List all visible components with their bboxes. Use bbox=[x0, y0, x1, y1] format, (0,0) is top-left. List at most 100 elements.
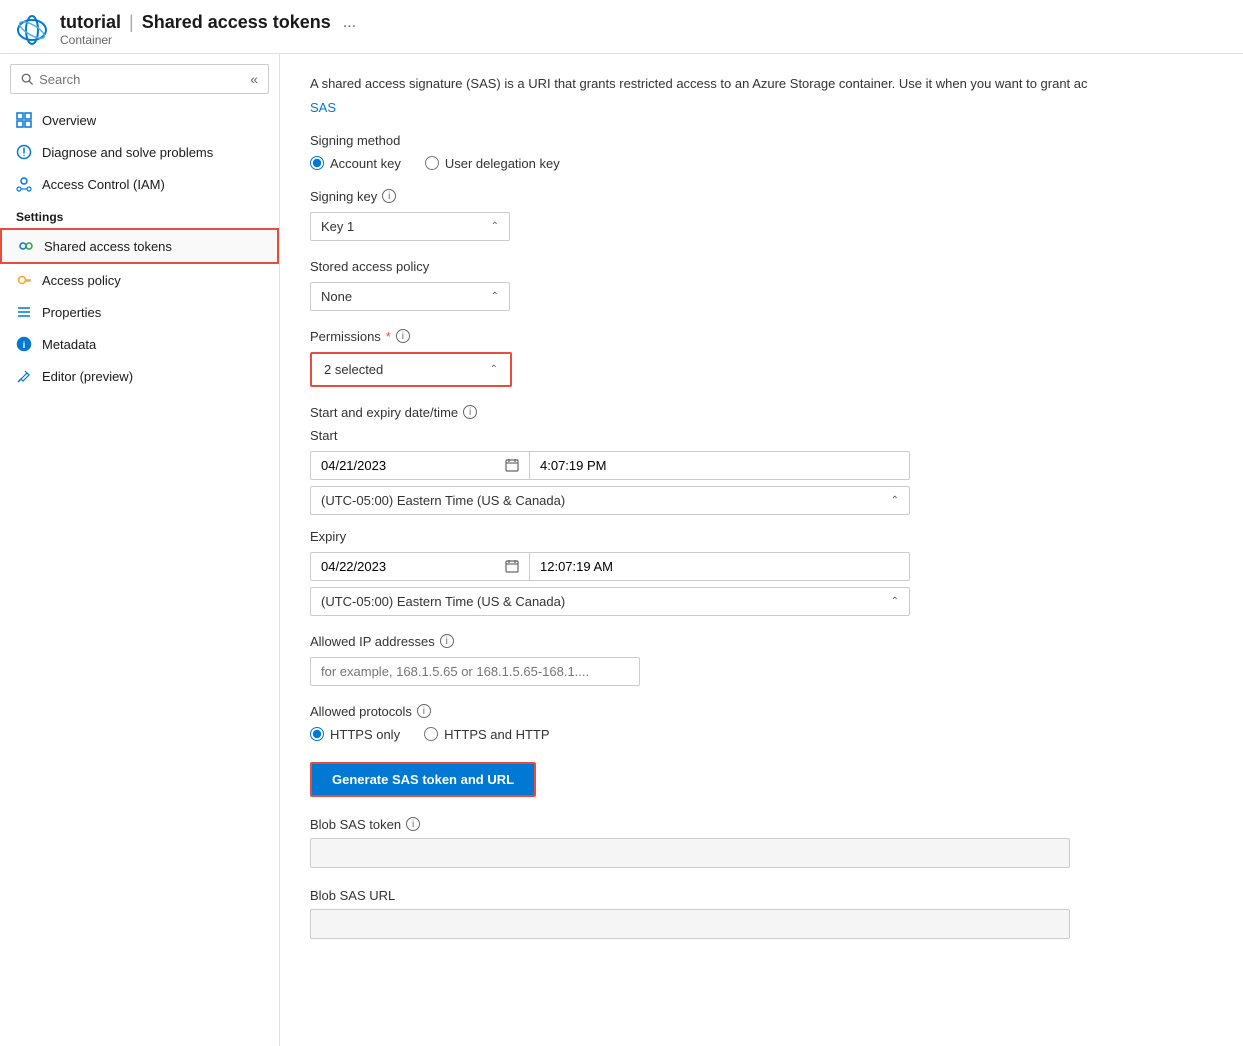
user-delegation-key-radio[interactable]: User delegation key bbox=[425, 156, 560, 171]
expiry-label: Expiry bbox=[310, 529, 1213, 544]
description-text: A shared access signature (SAS) is a URI… bbox=[310, 74, 1160, 94]
blob-sas-token-label: Blob SAS token i bbox=[310, 817, 1213, 832]
https-only-radio-input[interactable] bbox=[310, 727, 324, 741]
start-datetime-group bbox=[310, 451, 1213, 480]
header-title: tutorial bbox=[60, 12, 121, 33]
start-date-input[interactable] bbox=[310, 451, 530, 480]
blob-sas-url-field bbox=[310, 909, 1070, 939]
start-timezone-value: (UTC-05:00) Eastern Time (US & Canada) bbox=[321, 493, 565, 508]
header-more-icon[interactable]: ... bbox=[343, 14, 356, 32]
start-expiry-info-icon[interactable]: i bbox=[463, 405, 477, 419]
search-icon bbox=[21, 72, 33, 86]
azure-logo bbox=[16, 14, 48, 46]
signing-key-section: Signing key i Key 1 ⌃ bbox=[310, 189, 1213, 241]
https-only-radio[interactable]: HTTPS only bbox=[310, 727, 400, 742]
expiry-date-field[interactable] bbox=[321, 559, 505, 574]
permissions-info-icon[interactable]: i bbox=[396, 329, 410, 343]
sidebar-item-overview[interactable]: Overview bbox=[0, 104, 279, 136]
stored-access-policy-label: Stored access policy bbox=[310, 259, 1213, 274]
permissions-section: Permissions * i 2 selected ⌃ bbox=[310, 329, 1213, 387]
metadata-label: Metadata bbox=[42, 337, 96, 352]
signing-key-chevron: ⌃ bbox=[491, 221, 499, 232]
stored-access-policy-value: None bbox=[321, 289, 352, 304]
search-box[interactable]: « bbox=[10, 64, 269, 94]
editor-label: Editor (preview) bbox=[42, 369, 133, 384]
sidebar-item-shared-access-tokens[interactable]: Shared access tokens bbox=[0, 228, 279, 264]
expiry-calendar-icon[interactable] bbox=[505, 559, 519, 573]
https-http-radio[interactable]: HTTPS and HTTP bbox=[424, 727, 549, 742]
header-divider: | bbox=[129, 12, 134, 33]
generate-button-wrapper: Generate SAS token and URL bbox=[310, 742, 1213, 797]
sidebar-item-metadata[interactable]: i Metadata bbox=[0, 328, 279, 360]
expiry-time-input[interactable] bbox=[530, 552, 910, 581]
properties-icon bbox=[16, 304, 32, 320]
permissions-label: Permissions * i bbox=[310, 329, 1213, 344]
allowed-ip-section: Allowed IP addresses i bbox=[310, 634, 1213, 686]
start-date-field[interactable] bbox=[321, 458, 505, 473]
main-content: A shared access signature (SAS) is a URI… bbox=[280, 54, 1243, 1046]
blob-sas-token-section: Blob SAS token i bbox=[310, 817, 1213, 868]
settings-section-header: Settings bbox=[0, 200, 279, 228]
access-policy-label: Access policy bbox=[42, 273, 121, 288]
search-input[interactable] bbox=[39, 72, 244, 87]
app-header: tutorial | Shared access tokens ... Cont… bbox=[0, 0, 1243, 54]
allowed-ip-input-wrapper[interactable] bbox=[310, 657, 640, 686]
sidebar-item-diagnose[interactable]: Diagnose and solve problems bbox=[0, 136, 279, 168]
expiry-date-input[interactable] bbox=[310, 552, 530, 581]
stored-access-policy-select[interactable]: None ⌃ bbox=[310, 282, 510, 311]
shared-access-tokens-label: Shared access tokens bbox=[44, 239, 172, 254]
editor-icon bbox=[16, 368, 32, 384]
permissions-select[interactable]: 2 selected ⌃ bbox=[316, 358, 506, 381]
stored-access-policy-section: Stored access policy None ⌃ bbox=[310, 259, 1213, 311]
access-control-label: Access Control (IAM) bbox=[42, 177, 165, 192]
protocols-radio-group: HTTPS only HTTPS and HTTP bbox=[310, 727, 1213, 742]
blob-sas-url-label: Blob SAS URL bbox=[310, 888, 1213, 903]
sidebar-item-access-policy[interactable]: Access policy bbox=[0, 264, 279, 296]
datetime-section: Start and expiry date/time i Start (UTC-… bbox=[310, 405, 1213, 616]
signing-method-radio-group: Account key User delegation key bbox=[310, 156, 1213, 171]
permissions-chevron: ⌃ bbox=[490, 364, 498, 375]
https-http-label: HTTPS and HTTP bbox=[444, 727, 549, 742]
generate-sas-button[interactable]: Generate SAS token and URL bbox=[310, 762, 536, 797]
signing-key-label: Signing key i bbox=[310, 189, 1213, 204]
permissions-required: * bbox=[386, 329, 391, 344]
sidebar-item-properties[interactable]: Properties bbox=[0, 296, 279, 328]
signing-method-label: Signing method bbox=[310, 133, 1213, 148]
properties-label: Properties bbox=[42, 305, 101, 320]
account-key-radio-input[interactable] bbox=[310, 156, 324, 170]
start-time-field[interactable] bbox=[540, 458, 899, 473]
key-icon bbox=[16, 272, 32, 288]
start-time-input[interactable] bbox=[530, 451, 910, 480]
start-label: Start bbox=[310, 428, 1213, 443]
calendar-icon[interactable] bbox=[505, 458, 519, 472]
sidebar-item-editor[interactable]: Editor (preview) bbox=[0, 360, 279, 392]
diagnose-label: Diagnose and solve problems bbox=[42, 145, 213, 160]
start-timezone-select[interactable]: (UTC-05:00) Eastern Time (US & Canada) ⌃ bbox=[310, 486, 910, 515]
signing-key-select[interactable]: Key 1 ⌃ bbox=[310, 212, 510, 241]
user-delegation-key-radio-input[interactable] bbox=[425, 156, 439, 170]
sidebar-item-access-control[interactable]: Access Control (IAM) bbox=[0, 168, 279, 200]
signing-key-value: Key 1 bbox=[321, 219, 354, 234]
signing-key-info-icon[interactable]: i bbox=[382, 189, 396, 203]
header-text: tutorial | Shared access tokens ... Cont… bbox=[60, 12, 356, 47]
collapse-icon[interactable]: « bbox=[250, 71, 258, 87]
allowed-protocols-info-icon[interactable]: i bbox=[417, 704, 431, 718]
allowed-protocols-section: Allowed protocols i HTTPS only HTTPS and… bbox=[310, 704, 1213, 742]
expiry-timezone-select[interactable]: (UTC-05:00) Eastern Time (US & Canada) ⌃ bbox=[310, 587, 910, 616]
shared-access-tokens-icon bbox=[18, 238, 34, 254]
metadata-icon: i bbox=[16, 336, 32, 352]
blob-sas-token-info-icon[interactable]: i bbox=[406, 817, 420, 831]
header-page-title: Shared access tokens bbox=[142, 12, 331, 33]
allowed-ip-label: Allowed IP addresses i bbox=[310, 634, 1213, 649]
expiry-time-field[interactable] bbox=[540, 559, 899, 574]
user-delegation-key-label: User delegation key bbox=[445, 156, 560, 171]
header-subtitle: Container bbox=[60, 33, 356, 47]
account-key-radio[interactable]: Account key bbox=[310, 156, 401, 171]
permissions-value: 2 selected bbox=[324, 362, 383, 377]
allowed-ip-field[interactable] bbox=[321, 664, 629, 679]
https-http-radio-input[interactable] bbox=[424, 727, 438, 741]
diagnose-icon bbox=[16, 144, 32, 160]
allowed-ip-info-icon[interactable]: i bbox=[440, 634, 454, 648]
sas-link[interactable]: SAS bbox=[310, 100, 336, 115]
blob-sas-url-section: Blob SAS URL bbox=[310, 888, 1213, 939]
